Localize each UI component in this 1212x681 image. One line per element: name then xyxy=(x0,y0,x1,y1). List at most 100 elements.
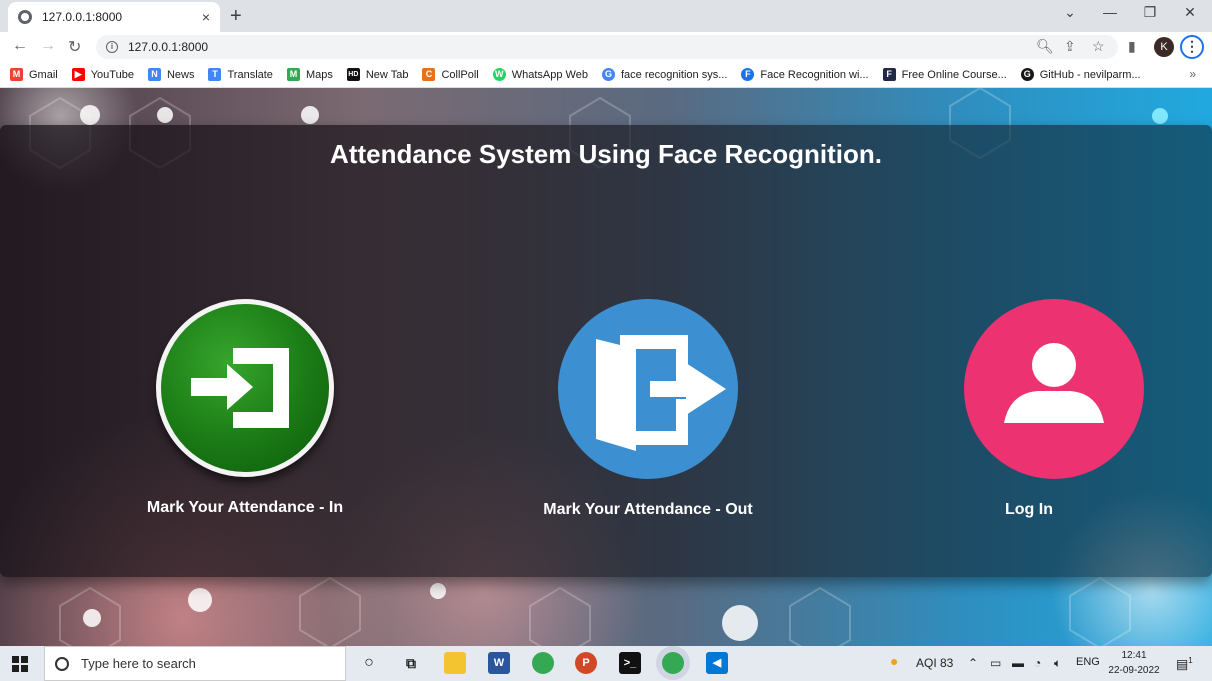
bookmark-gmail[interactable]: M Gmail xyxy=(10,68,58,81)
bookmark-label: Gmail xyxy=(29,68,58,81)
page-title: Attendance System Using Face Recognition… xyxy=(330,139,882,169)
windows-start-icon[interactable] xyxy=(12,656,28,672)
chrome-icon[interactable] xyxy=(532,652,554,674)
bookmark-collpoll[interactable]: C CollPoll xyxy=(422,68,479,81)
github-icon: G xyxy=(1020,68,1034,81)
browser-tabstrip: 127.0.0.1:8000 × + ⌄ — ❐ ✕ xyxy=(0,0,1212,32)
back-button[interactable]: ← xyxy=(12,37,28,55)
maps-icon: M xyxy=(286,68,300,81)
mark-attendance-out-label: Mark Your Attendance - Out xyxy=(543,501,753,518)
bookmark-label: Free Online Course... xyxy=(901,68,1007,81)
browser-menu-button[interactable]: ⋮ xyxy=(1180,35,1204,59)
bookmark-label: New Tab xyxy=(365,68,409,81)
bookmark-youtube[interactable]: ▶ YouTube xyxy=(71,68,134,81)
bookmark-translate[interactable]: T Translate xyxy=(208,68,273,81)
site-info-icon[interactable]: i xyxy=(106,41,118,53)
battery-icon[interactable]: ▬ xyxy=(1012,656,1024,670)
language-indicator[interactable]: ENG xyxy=(1076,656,1100,668)
aqi-indicator[interactable]: AQI 83 xyxy=(916,656,953,670)
cortana-icon[interactable]: ○ xyxy=(358,652,380,674)
mark-attendance-in-button[interactable]: Mark Your Attendance - In xyxy=(125,299,365,517)
news-icon: N xyxy=(147,68,161,81)
bookmark-face-recognition-wi[interactable]: F Face Recognition wi... xyxy=(741,68,869,81)
terminal-icon[interactable]: >_ xyxy=(619,652,641,674)
link-icon: F xyxy=(741,68,755,81)
zoom-icon[interactable]: 🔍︎ xyxy=(1036,38,1054,55)
bookmark-label: WhatsApp Web xyxy=(511,68,588,81)
taskbar-search-box[interactable]: Type here to search xyxy=(44,646,346,681)
restore-button[interactable]: ❐ xyxy=(1130,4,1170,21)
log-in-button[interactable]: Log In xyxy=(909,299,1149,519)
bookmarks-bar: M Gmail ▶ YouTube N News T Translate M Maps H… xyxy=(0,62,1212,88)
collpoll-icon: C xyxy=(422,68,436,81)
bookmark-label: Translate xyxy=(227,68,273,81)
mark-attendance-out-button[interactable]: Mark Your Attendance - Out xyxy=(528,299,768,519)
weather-icon[interactable]: ● xyxy=(890,653,898,669)
main-panel: Attendance System Using Face Recognition… xyxy=(0,125,1212,577)
url-text: 127.0.0.1:8000 xyxy=(128,40,209,54)
page-viewport: Attendance System Using Face Recognition… xyxy=(0,88,1212,646)
windows-taskbar: Type here to search ○ ⧉ W P >_ ◀ ● AQI 8… xyxy=(0,646,1212,681)
profile-avatar[interactable]: K xyxy=(1154,37,1174,57)
address-bar[interactable]: i 127.0.0.1:8000 xyxy=(96,35,1118,59)
meet-now-icon[interactable]: ▭ xyxy=(990,656,1001,670)
powerpoint-icon[interactable]: P xyxy=(575,652,597,674)
clock-time: 12:41 xyxy=(1121,650,1147,661)
notification-icon[interactable]: ▤1 xyxy=(1176,656,1193,672)
taskbar-search-placeholder: Type here to search xyxy=(81,656,196,671)
bookmark-label: YouTube xyxy=(90,68,134,81)
clock-date: 22-09-2022 xyxy=(1108,665,1160,676)
word-icon[interactable]: W xyxy=(488,652,510,674)
task-view-icon[interactable]: ⧉ xyxy=(400,652,422,674)
bookmark-star-icon[interactable]: ☆ xyxy=(1092,38,1105,55)
taskbar-clock[interactable]: 12:41 22-09-2022 xyxy=(1104,648,1164,678)
bookmark-label: Face Recognition wi... xyxy=(760,68,869,81)
course-icon: F xyxy=(882,68,896,81)
new-tab-button[interactable]: + xyxy=(230,5,242,28)
browser-tab[interactable]: 127.0.0.1:8000 × xyxy=(8,2,220,32)
bookmark-face-recognition-sys[interactable]: Gface recognition sys... xyxy=(601,68,728,81)
bookmark-new-tab[interactable]: HD New Tab xyxy=(346,68,409,81)
chrome-active-icon[interactable] xyxy=(662,652,684,674)
bookmark-label: CollPoll xyxy=(441,68,479,81)
bookmark-news[interactable]: N News xyxy=(147,68,195,81)
vscode-icon[interactable]: ◀ xyxy=(706,652,728,674)
bookmark-free-online-course[interactable]: F Free Online Course... xyxy=(882,68,1007,81)
share-icon[interactable]: ⇪ xyxy=(1064,38,1076,55)
youtube-icon: ▶ xyxy=(71,68,85,81)
bookmark-label: Maps xyxy=(305,68,333,81)
tab-title: 127.0.0.1:8000 xyxy=(42,10,123,24)
bookmark-maps[interactable]: M Maps xyxy=(286,68,333,81)
user-icon[interactable] xyxy=(964,299,1144,479)
show-hidden-icons-icon[interactable]: ⌃ xyxy=(968,656,978,670)
bookmark-label: News xyxy=(166,68,195,81)
bookmark-label: GitHub - nevilparm... xyxy=(1039,68,1141,81)
tab-close-icon[interactable]: × xyxy=(202,9,210,25)
tab-search-icon[interactable]: ⌄ xyxy=(1050,4,1090,21)
bookmarks-overflow-button[interactable]: » xyxy=(1189,67,1196,81)
globe-icon xyxy=(18,10,32,24)
search-icon xyxy=(55,656,69,671)
bookmark-github[interactable]: G GitHub - nevilparm... xyxy=(1020,68,1141,81)
sign-in-icon[interactable] xyxy=(156,299,334,477)
sign-out-icon[interactable] xyxy=(558,299,738,479)
forward-button[interactable]: → xyxy=(40,37,56,55)
reload-button[interactable]: ↻ xyxy=(68,37,81,57)
wifi-icon[interactable]: ◔ xyxy=(1034,656,1041,670)
mark-attendance-in-label: Mark Your Attendance - In xyxy=(146,499,344,516)
close-window-button[interactable]: ✕ xyxy=(1170,4,1210,21)
minimize-button[interactable]: — xyxy=(1090,4,1130,20)
notification-count: 1 xyxy=(1188,656,1193,665)
whatsapp-icon: W xyxy=(492,68,506,81)
google-icon: G xyxy=(601,68,615,81)
hd-icon: HD xyxy=(346,68,360,81)
bookmark-label: face recognition sys... xyxy=(620,68,728,81)
file-explorer-icon[interactable] xyxy=(444,652,466,674)
translate-icon: T xyxy=(208,68,222,81)
browser-toolbar: ← → ↻ i 127.0.0.1:8000 🔍︎ ⇪ ☆ ▮ K ⋮ xyxy=(0,32,1212,62)
bookmark-whatsapp[interactable]: W WhatsApp Web xyxy=(492,68,588,81)
volume-icon[interactable]: 🔈︎ xyxy=(1054,656,1061,671)
side-panel-icon[interactable]: ▮ xyxy=(1128,38,1136,55)
gmail-icon: M xyxy=(10,68,23,81)
log-in-label: Log In xyxy=(1005,501,1053,518)
